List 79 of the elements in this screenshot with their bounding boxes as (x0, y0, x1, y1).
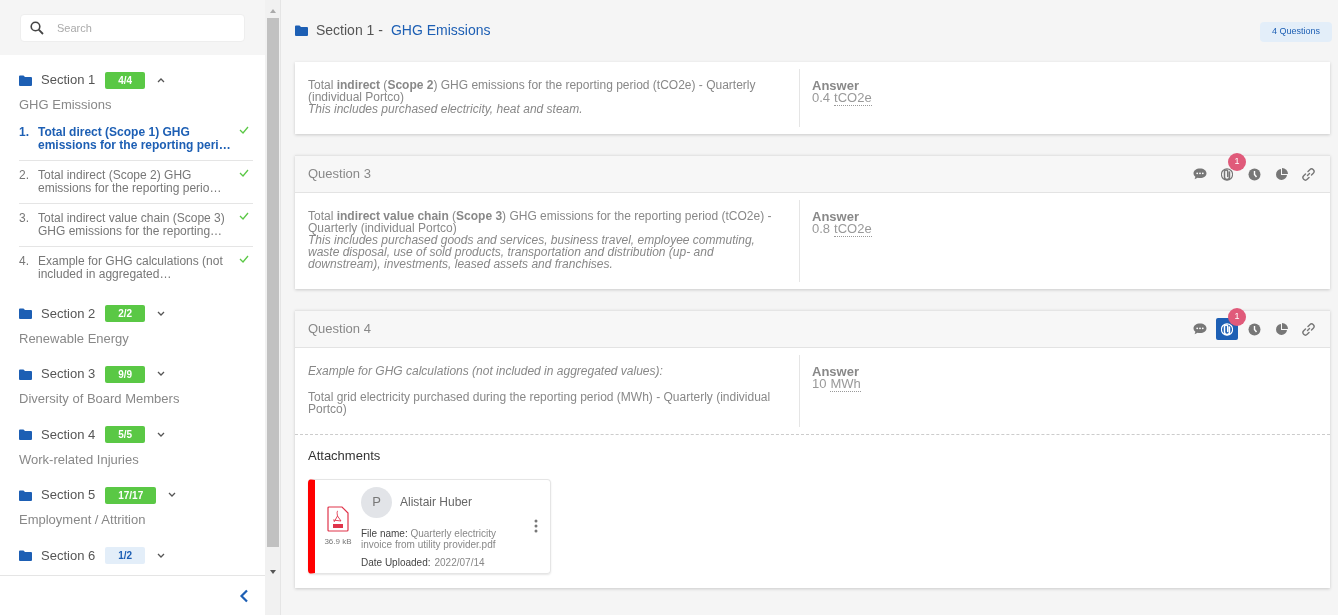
answer-label: Answer (812, 366, 860, 378)
uploader-name: Alistair Huber (400, 494, 473, 511)
scrollbar[interactable] (265, 0, 280, 615)
section-label: Section 1 - (316, 20, 383, 40)
section-title: GHG Emissions (390, 20, 491, 40)
answer-value: 0.4 (812, 92, 831, 106)
progress-badge: 9/9 (105, 365, 146, 383)
answer-label: Answer (812, 80, 860, 92)
expand-caret-icon[interactable] (157, 310, 166, 317)
question-title: Question 4 (308, 320, 371, 339)
section-subtitle: Diversity of Board Members (19, 390, 181, 408)
pdf-file-icon (327, 505, 349, 532)
chart-button[interactable] (1274, 322, 1288, 336)
progress-badge: 2/2 (105, 305, 146, 322)
progress-badge: 17/17 (105, 486, 157, 504)
expand-caret-icon[interactable] (157, 552, 166, 559)
avatar: P (361, 486, 392, 518)
question-title: Question 3 (308, 165, 371, 184)
question-item[interactable]: 3. Total indirect value chain (Scope 3) GHG emissions for the reporting… (19, 203, 253, 247)
file-name: File name: Quarterly electricity invoice from utility provider.pdf (361, 527, 498, 550)
answer-unit: tCO2e (834, 223, 872, 237)
section-subtitle: GHG Emissions (19, 96, 113, 114)
folder-icon (19, 368, 32, 380)
upload-date: 2022/07/14 (434, 555, 485, 570)
answer-unit: tCO2e (834, 92, 872, 106)
notification-badge: 1 (1228, 153, 1246, 171)
notification-badge: 1 (1228, 308, 1246, 326)
section-subtitle: Renewable Energy (19, 329, 130, 348)
date-label: Date Uploaded: (361, 555, 431, 570)
section-subtitle: Employment / Attrition (19, 511, 147, 529)
answer-unit: MWh (830, 378, 861, 392)
section-subtitle: Work-related Injuries (19, 450, 140, 469)
section-title[interactable]: Section 2 (41, 303, 96, 324)
expand-caret-icon[interactable] (168, 492, 177, 498)
question-note: This includes purchased goods and services, business travel, employee commuting, waste disposal, use of sold products, transportation and distribution (up- and downstream), investments, leased assets and franchises. (308, 234, 756, 270)
progress-badge: 5/5 (105, 426, 146, 443)
question-text: Total indirect value chain (Scope 3) GHG emissions for the reporting period (tCO2e) - Quarterly (individual Portco) (308, 210, 773, 234)
question-item[interactable]: 2. Total indirect (Scope 2) GHG emissions for the reporting perio… (19, 160, 253, 204)
question-note: This includes purchased electricity, heat and steam. (308, 103, 584, 115)
expand-caret-icon[interactable] (157, 371, 166, 377)
question-note: Example for GHG calculations (not included in aggregated values): (308, 365, 664, 377)
progress-badge: 1/2 (105, 547, 146, 564)
attachments-heading: Attachments (308, 447, 382, 465)
attachment-card[interactable]: 36.9 kB P Alistair Huber File name: Quarterly electricity invoice from utility provider.pdf Date Uploaded: 2022/07/14 (308, 478, 551, 574)
section-title[interactable]: Section 3 (41, 364, 96, 384)
link-button[interactable] (1301, 167, 1315, 181)
question-text: Total grid electricity purchased during the reporting period (MWh) - Quarterly (individual Portco) (308, 391, 772, 415)
link-button[interactable] (1301, 322, 1315, 336)
progress-badge: 4/4 (105, 71, 146, 89)
folder-icon (19, 429, 32, 440)
question-item[interactable]: 4. Example for GHG calculations (not included in aggregated… (19, 246, 253, 289)
comment-button[interactable] (1193, 322, 1207, 336)
paperclip-icon (1221, 167, 1233, 181)
attachment-button[interactable] (1216, 318, 1238, 340)
section-title[interactable]: Section 1 (41, 70, 96, 90)
search-icon (30, 21, 44, 35)
question-item[interactable]: 1. Total direct (Scope 1) GHG emissions for the reporting peri… (19, 117, 253, 161)
paperclip-icon (1221, 322, 1233, 336)
folder-icon (19, 489, 32, 501)
expand-caret-icon[interactable] (157, 431, 166, 438)
chart-button[interactable] (1274, 167, 1288, 181)
section-title[interactable]: Section 5 (41, 485, 96, 505)
section-title[interactable]: Section 6 (41, 545, 96, 566)
search-field[interactable]: Search (20, 14, 245, 42)
folder-icon (19, 550, 32, 561)
history-button[interactable] (1247, 322, 1261, 336)
file-size: 36.9 kB (324, 535, 352, 548)
section-title[interactable]: Section 4 (41, 424, 96, 445)
answer-label: Answer (812, 211, 860, 223)
folder-icon (19, 308, 32, 319)
question-text: Total indirect (Scope 2) GHG emissions for the reporting period (tCO2e) - Quarterly (individual Portco) (308, 79, 757, 103)
history-button[interactable] (1247, 167, 1261, 181)
folder-icon (295, 24, 308, 36)
comment-button[interactable] (1193, 167, 1207, 181)
collapse-caret-icon[interactable] (157, 77, 166, 83)
answer-value: 0.8 (812, 223, 831, 237)
answer-value: 10 (812, 378, 827, 392)
question-count-badge: 4 Questions (1259, 22, 1332, 42)
folder-icon (19, 74, 32, 86)
